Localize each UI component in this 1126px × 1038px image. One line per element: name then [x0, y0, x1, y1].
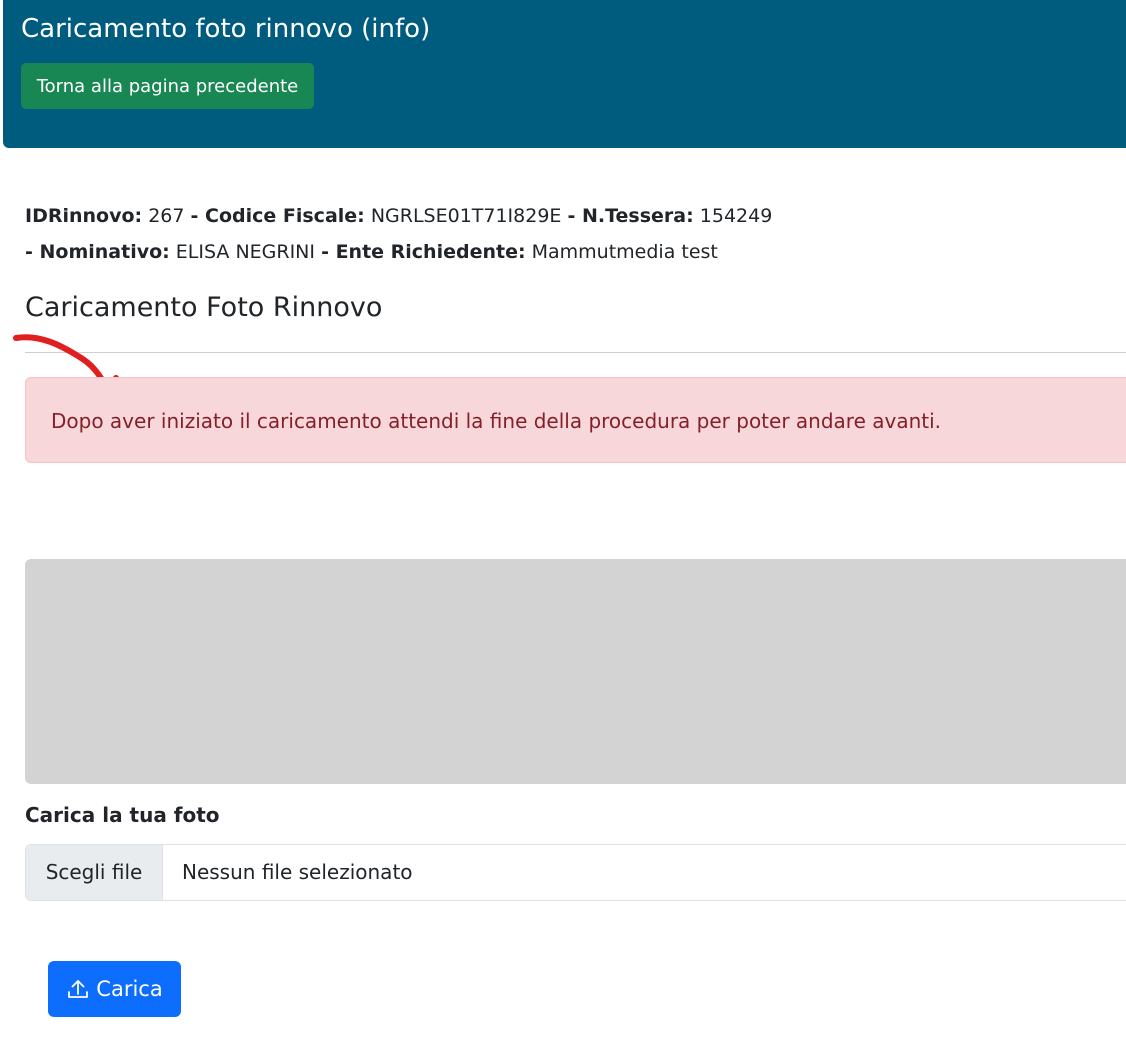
back-button[interactable]: Torna alla pagina precedente — [21, 63, 314, 109]
nominativo-label: - Nominativo: — [25, 241, 170, 263]
tessera-label: - N.Tessera: — [567, 205, 694, 227]
nominativo-value: ELISA NEGRINI — [175, 241, 316, 263]
id-rinnovo-value: 267 — [148, 205, 185, 227]
renewal-info-line-1: IDRinnovo: 267 - Codice Fiscale: NGRLSE0… — [25, 198, 1115, 234]
choose-file-button[interactable]: Scegli file — [26, 845, 163, 900]
id-rinnovo-label: IDRinnovo: — [25, 205, 143, 227]
upload-button[interactable]: Carica — [48, 961, 181, 1017]
codice-fiscale-label: - Codice Fiscale: — [190, 205, 365, 227]
file-status: Nessun file selezionato — [182, 860, 413, 884]
upload-label: Carica la tua foto — [25, 803, 220, 827]
tessera-value: 154249 — [699, 205, 773, 227]
ente-value: Mammutmedia test — [531, 241, 718, 263]
renewal-info-line-2: - Nominativo: ELISA NEGRINI - Ente Richi… — [25, 234, 1115, 270]
section-divider — [25, 352, 1126, 353]
upload-button-label: Carica — [96, 977, 163, 1001]
codice-fiscale-value: NGRLSE01T71I829E — [370, 205, 562, 227]
photo-preview — [25, 559, 1126, 784]
warning-alert: Dopo aver iniziato il caricamento attend… — [25, 377, 1126, 463]
renewal-info: IDRinnovo: 267 - Codice Fiscale: NGRLSE0… — [25, 198, 1115, 270]
upload-icon — [68, 980, 89, 998]
page-title: Caricamento foto rinnovo (info) — [21, 14, 431, 44]
file-input[interactable]: Scegli file Nessun file selezionato — [25, 844, 1126, 901]
page-header: Caricamento foto rinnovo (info) Torna al… — [3, 0, 1126, 148]
ente-label: - Ente Richiedente: — [321, 241, 526, 263]
